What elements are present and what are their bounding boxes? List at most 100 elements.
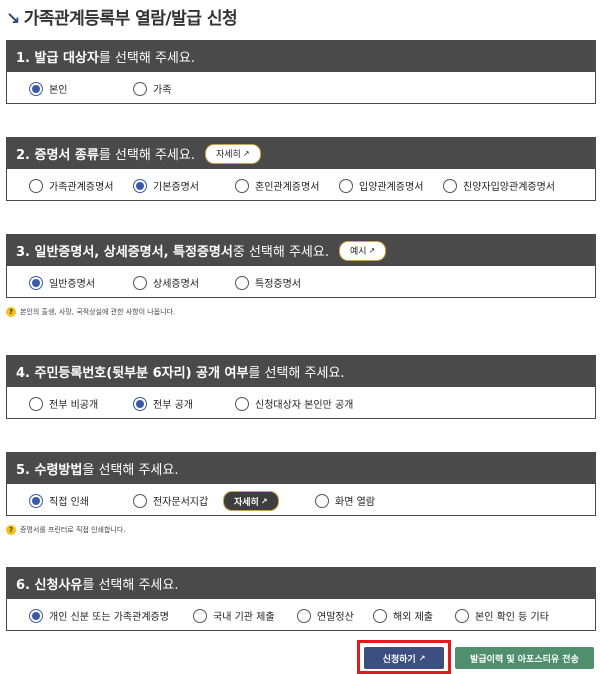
radio-label: 신청대상자 본인만 공개 [255, 400, 354, 411]
radio-button[interactable] [29, 493, 43, 508]
history-button[interactable]: 발급이력 및 아포스티유 전송 [455, 647, 594, 669]
section-header: 3. 일반증명서, 상세증명서, 특정증명서 중 선택해 주세요. 예시 ↗ [7, 235, 595, 266]
radio-option-adoption[interactable]: 입양관계증명서 [339, 178, 423, 193]
radio-option-other[interactable]: 본인 확인 등 기타 [455, 608, 549, 623]
radio-button[interactable] [297, 608, 311, 623]
external-link-icon: ↗ [368, 246, 376, 255]
radio-label: 가족관계증명서 [49, 182, 114, 193]
radio-option-family-relation[interactable]: 가족관계증명서 [29, 178, 113, 193]
example-button-label: 예시 [349, 247, 367, 257]
radio-label: 개인 신분 또는 가족관계증명 [49, 612, 169, 623]
radio-label: 입양관계증명서 [359, 182, 424, 193]
section-resident-number: 4. 주민등록번호(뒷부분 6자리) 공개 여부 를 선택해 주세요. 전부 비공… [6, 355, 596, 419]
radio-label: 본인 [49, 85, 68, 96]
question-icon: ? [6, 525, 16, 535]
apply-button[interactable]: 신청하기 ↗ [364, 647, 444, 669]
radio-button[interactable] [29, 275, 43, 290]
section-title-rest: 를 선택해 주세요. [82, 578, 179, 593]
wallet-detail-button[interactable]: 자세히 ↗ [223, 491, 279, 511]
external-link-icon: ↗ [418, 653, 426, 663]
radio-button[interactable] [133, 396, 147, 411]
detail-button[interactable]: 자세히 ↗ [204, 143, 261, 164]
question-icon: ? [6, 307, 16, 317]
radio-button[interactable] [455, 608, 469, 623]
radio-option-self[interactable]: 본인 [29, 81, 67, 96]
radio-option-full-adoption[interactable]: 친양자입양관계증명서 [443, 178, 555, 193]
radio-button[interactable] [315, 493, 329, 508]
radio-button[interactable] [29, 396, 43, 411]
section-title-rest: 를 선택해 주세요. [248, 366, 345, 381]
radio-button[interactable] [133, 493, 147, 508]
radio-option-domestic[interactable]: 국내 기관 제출 [193, 608, 275, 623]
radio-option-detailed[interactable]: 상세증명서 [133, 275, 199, 290]
external-link-icon: ↗ [260, 496, 268, 506]
section-header: 5. 수령방법 을 선택해 주세요. [7, 453, 595, 484]
radio-option-general[interactable]: 일반증명서 [29, 275, 95, 290]
section-title-rest: 을 선택해 주세요. [82, 463, 179, 478]
section-title-rest: 를 선택해 주세요. [98, 148, 195, 163]
radio-label: 전부 비공개 [49, 400, 99, 411]
detail-button-label: 자세히 [215, 150, 241, 160]
radio-label: 일반증명서 [49, 279, 95, 290]
radio-label: 연말정산 [317, 612, 354, 623]
history-button-label: 발급이력 및 아포스티유 전송 [470, 654, 579, 665]
radio-button[interactable] [133, 178, 147, 193]
radio-label: 본인 확인 등 기타 [475, 612, 549, 623]
section-title-rest: 중 선택해 주세요. [232, 245, 329, 260]
section-title-bold: 4. 주민등록번호(뒷부분 6자리) 공개 여부 [16, 366, 249, 381]
help-note: ? 본인의 출생, 사망, 국적상실에 관한 사항이 나옵니다. [6, 307, 175, 317]
radio-option-specific[interactable]: 특정증명서 [235, 275, 301, 290]
section-title-bold: 1. 발급 대상자 [16, 51, 99, 66]
radio-option-family[interactable]: 가족 [133, 81, 171, 96]
section-certificate-detail: 3. 일반증명서, 상세증명서, 특정증명서 중 선택해 주세요. 예시 ↗ 일반… [6, 234, 596, 298]
help-note: ? 증명서를 프린터로 직접 인쇄합니다. [6, 525, 126, 535]
radio-option-print[interactable]: 직접 인쇄 [29, 493, 89, 508]
section-title-bold: 3. 일반증명서, 상세증명서, 특정증명서 [16, 245, 233, 260]
radio-option-identity[interactable]: 개인 신분 또는 가족관계증명 [29, 608, 169, 623]
external-link-icon: ↗ [242, 149, 250, 158]
radio-option-all-public[interactable]: 전부 공개 [133, 396, 193, 411]
radio-button[interactable] [133, 81, 147, 96]
section-title-bold: 5. 수령방법 [16, 463, 83, 478]
radio-label: 전부 공개 [153, 400, 193, 411]
radio-label: 기본증명서 [153, 182, 199, 193]
arrow-icon: ↘ [6, 9, 20, 29]
radio-button[interactable] [193, 608, 207, 623]
radio-option-marriage[interactable]: 혼인관계증명서 [235, 178, 319, 193]
page-title-text: 가족관계등록부 열람/발급 신청 [23, 9, 238, 29]
radio-option-overseas[interactable]: 해외 제출 [373, 608, 433, 623]
radio-button[interactable] [373, 608, 387, 623]
section-header: 1. 발급 대상자 를 선택해 주세요. [7, 41, 595, 72]
radio-label: 국내 기관 제출 [213, 612, 275, 623]
section-header: 4. 주민등록번호(뒷부분 6자리) 공개 여부 를 선택해 주세요. [7, 356, 595, 387]
section-reason: 6. 신청사유 를 선택해 주세요. 개인 신분 또는 가족관계증명 국내 기관 … [6, 567, 596, 631]
radio-button[interactable] [443, 178, 457, 193]
radio-button[interactable] [235, 275, 249, 290]
radio-label: 친양자입양관계증명서 [463, 182, 555, 193]
apply-button-label: 신청하기 [382, 654, 416, 665]
section-title-bold: 2. 증명서 종류 [16, 148, 99, 163]
radio-option-tax[interactable]: 연말정산 [297, 608, 354, 623]
radio-button[interactable] [339, 178, 353, 193]
radio-button[interactable] [29, 81, 43, 96]
radio-label: 직접 인쇄 [49, 497, 89, 508]
radio-label: 상세증명서 [153, 279, 199, 290]
radio-option-all-private[interactable]: 전부 비공개 [29, 396, 98, 411]
page-title: ↘ 가족관계등록부 열람/발급 신청 [6, 4, 238, 29]
radio-option-basic[interactable]: 기본증명서 [133, 178, 199, 193]
section-certificate-type: 2. 증명서 종류 를 선택해 주세요. 자세히 ↗ 가족관계증명서 기본증명서 혼… [6, 137, 596, 201]
radio-button[interactable] [29, 178, 43, 193]
radio-button[interactable] [235, 396, 249, 411]
radio-label: 전자문서지갑 [153, 497, 209, 508]
radio-button[interactable] [29, 608, 43, 623]
radio-option-e-wallet[interactable]: 전자문서지갑 [133, 493, 208, 508]
radio-label: 혼인관계증명서 [255, 182, 320, 193]
radio-button[interactable] [133, 275, 147, 290]
radio-label: 특정증명서 [255, 279, 301, 290]
radio-option-self-only[interactable]: 신청대상자 본인만 공개 [235, 396, 353, 411]
section-title-bold: 6. 신청사유 [16, 578, 83, 593]
wallet-detail-label: 자세히 [234, 497, 259, 508]
radio-option-screen-view[interactable]: 화면 열람 [315, 493, 375, 508]
example-button[interactable]: 예시 ↗ [338, 240, 387, 261]
radio-button[interactable] [235, 178, 249, 193]
